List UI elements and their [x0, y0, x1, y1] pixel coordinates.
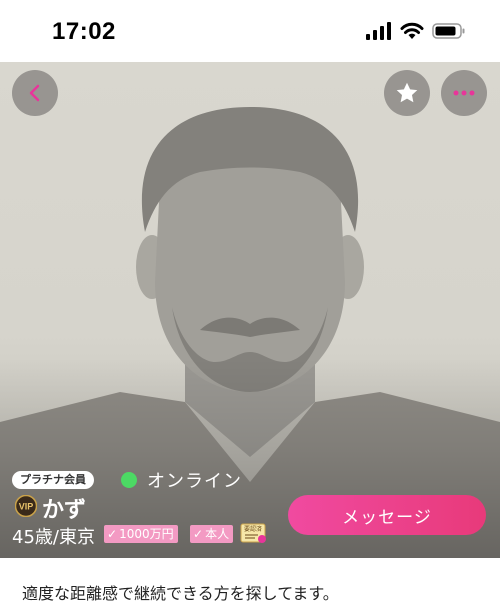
- income-tag-label: 1000万円: [119, 527, 174, 541]
- profile-bio: 適度な距離感で継続できる方を探してます。: [22, 584, 339, 603]
- ellipsis-icon: [453, 90, 475, 96]
- plan-badge: プラチナ会員: [12, 471, 94, 489]
- online-status-label: オンライン: [147, 471, 242, 492]
- vip-badge-label: VIP: [19, 502, 34, 512]
- message-button[interactable]: メッセージ: [288, 495, 486, 535]
- favorite-button[interactable]: [384, 70, 430, 116]
- more-button[interactable]: [441, 70, 487, 116]
- certificate-icon-label: 要認済: [244, 525, 262, 533]
- profile-photo: プラチナ会員 オンライン VIP かず 45歳/東京 ✓ 1000万円 ✓ 本人…: [0, 62, 500, 558]
- check-icon: ✓: [107, 527, 118, 541]
- status-icons: [366, 22, 466, 40]
- status-time: 17:02: [52, 18, 116, 45]
- signal-icon: [366, 22, 391, 40]
- identity-tag-label: 本人: [205, 527, 230, 541]
- wifi-icon: [400, 22, 424, 39]
- back-button[interactable]: [12, 70, 58, 116]
- vip-badge-icon: VIP: [15, 495, 37, 517]
- identity-verified-tag: ✓ 本人: [190, 525, 234, 543]
- chevron-left-icon: [29, 84, 40, 102]
- user-name: かず: [42, 498, 87, 523]
- age-location: 45歳/東京: [12, 527, 95, 548]
- certificate-icon: 要認済: [240, 523, 266, 543]
- online-status-dot: [121, 472, 137, 488]
- status-bar: 17:02: [0, 0, 500, 62]
- star-icon: [396, 82, 418, 103]
- income-tag: ✓ 1000万円: [104, 525, 178, 543]
- check-icon: ✓: [193, 527, 204, 541]
- battery-icon: [432, 23, 465, 39]
